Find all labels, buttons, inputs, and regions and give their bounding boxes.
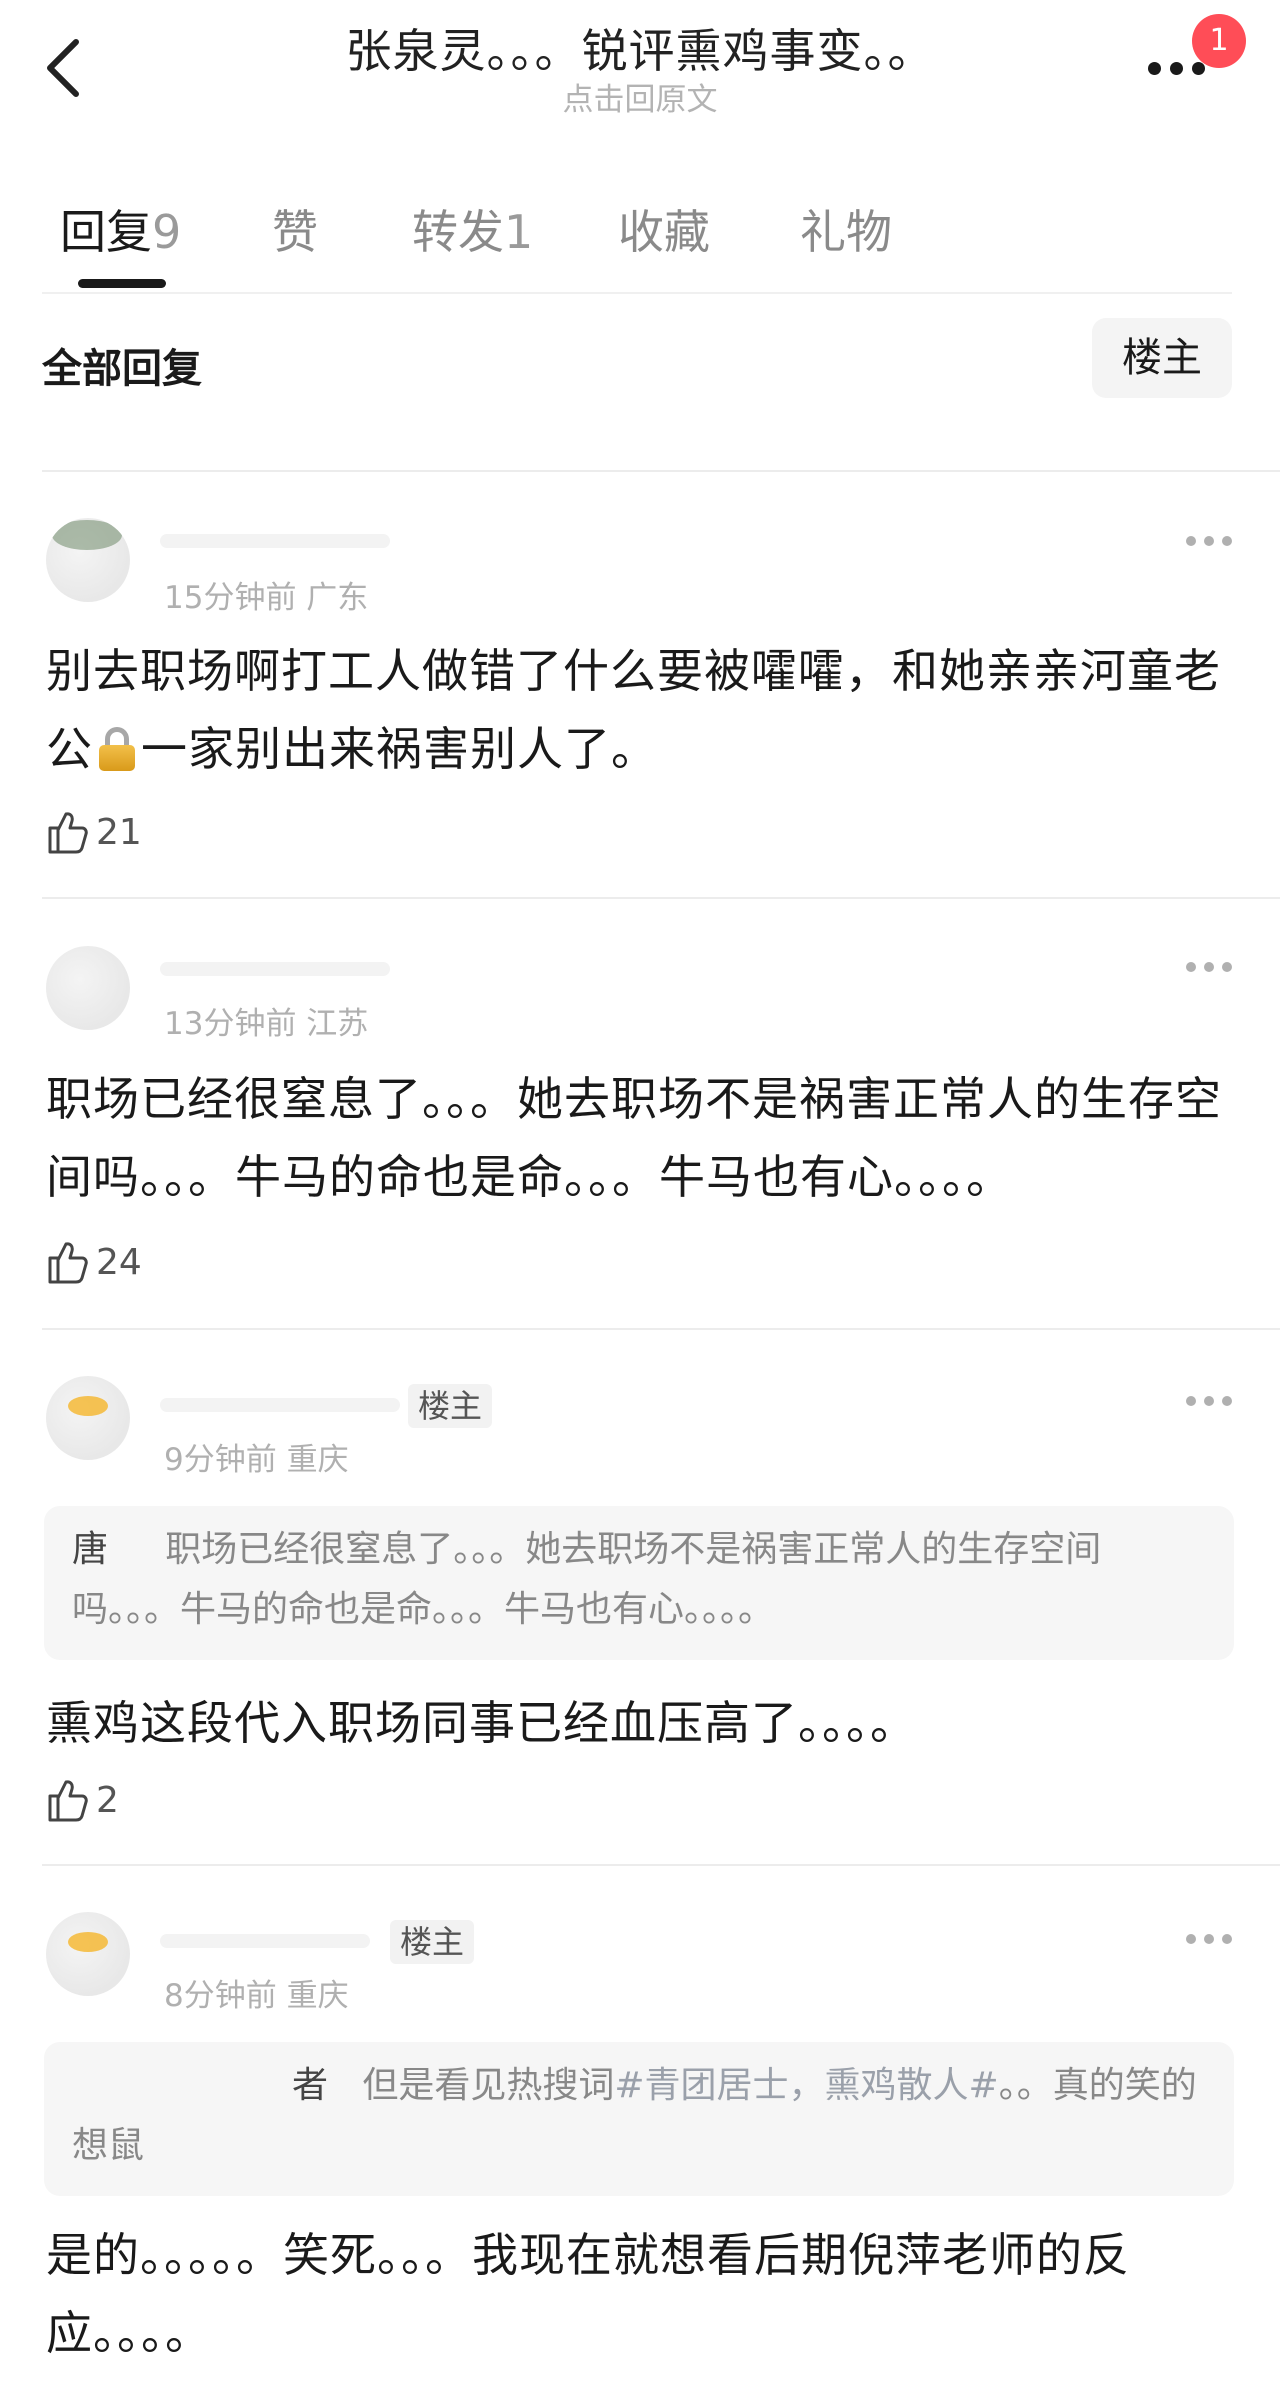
tab-bar: 回复9 赞 转发1 收藏 礼物 xyxy=(42,196,1232,296)
divider xyxy=(42,1864,1280,1866)
tab-likes[interactable]: 赞 xyxy=(272,196,318,262)
comment-meta: 8分钟前 重庆 xyxy=(164,1978,349,2014)
op-tag: 楼主 xyxy=(408,1384,493,1428)
like-button[interactable]: 21 xyxy=(46,808,206,858)
quoted-reply[interactable]: 唐 职场已经很窒息了。。。她去职场不是祸害正常人的生存空间吗。。。牛马的命也是命… xyxy=(44,1506,1234,1660)
active-tab-indicator xyxy=(78,279,166,288)
op-only-filter-button[interactable]: 楼主 xyxy=(1092,318,1232,398)
tab-replies[interactable]: 回复9 xyxy=(60,196,181,262)
back-arrow-icon[interactable] xyxy=(40,36,88,100)
avatar[interactable] xyxy=(46,1912,130,1996)
comment-text: 职场已经很窒息了。。。她去职场不是祸害正常人的生存空间吗。。。牛马的命也是命。。… xyxy=(46,1072,1222,1204)
tab-gifts-label: 礼物 xyxy=(800,205,892,259)
lock-icon xyxy=(97,727,137,771)
username[interactable] xyxy=(160,1384,400,1428)
op-tag: 楼主 xyxy=(390,1920,475,1964)
tab-reposts[interactable]: 转发1 xyxy=(412,196,533,262)
like-count: 2 xyxy=(96,1780,119,1821)
avatar[interactable] xyxy=(46,518,130,602)
username[interactable] xyxy=(160,520,390,564)
comment-text: 是的。。。。。笑死。。。我现在就想看后期倪萍老师的反应。。。。 xyxy=(46,2228,1130,2360)
tab-gifts[interactable]: 礼物 xyxy=(800,196,892,262)
divider xyxy=(42,897,1280,899)
thumbs-up-icon xyxy=(48,1780,88,1822)
reply-filter-row: 全部回复 楼主 xyxy=(42,318,1232,410)
comment-meta: 9分钟前 重庆 xyxy=(164,1442,349,1478)
tab-favorites[interactable]: 收藏 xyxy=(618,196,710,262)
tab-replies-label: 回复 xyxy=(60,205,152,259)
divider xyxy=(42,1328,1280,1330)
tab-likes-label: 赞 xyxy=(272,205,318,259)
title-area[interactable]: 张泉灵。。。锐评熏鸡事变。。 点击回原文 xyxy=(240,22,1040,120)
avatar[interactable] xyxy=(46,946,130,1030)
quoted-text: 但是看见热搜词 xyxy=(362,2065,615,2106)
back-to-original-link[interactable]: 点击回原文 xyxy=(240,80,1040,120)
all-replies-label: 全部回复 xyxy=(42,346,202,392)
comment-text: 熏鸡这段代入职场同事已经血压高了。。。。 xyxy=(46,1696,917,1750)
quoted-reply[interactable]: 者 但是看见热搜词#青团居士，熏鸡散人#。。真的笑的想鼠 xyxy=(44,2042,1234,2196)
notification-badge: 1 xyxy=(1192,14,1246,68)
quoted-username: 者 xyxy=(292,2065,329,2106)
divider xyxy=(42,470,1280,472)
tab-reposts-label: 转发 xyxy=(412,205,504,259)
comment-more-icon[interactable] xyxy=(1186,532,1232,552)
username[interactable] xyxy=(160,948,390,992)
thumbs-up-icon xyxy=(48,1242,88,1284)
like-button[interactable]: 24 xyxy=(46,1238,206,1288)
like-button[interactable]: 2 xyxy=(46,1776,206,1826)
like-count: 24 xyxy=(96,1242,142,1283)
quoted-username: 唐 xyxy=(72,1529,109,1570)
tab-favorites-label: 收藏 xyxy=(618,205,710,259)
quoted-hashtag[interactable]: #青团居士，熏鸡散人# xyxy=(614,2065,998,2106)
comment-text: 别去职场啊打工人做错了什么要被嚯嚯，和她亲亲河童老公 一家别出来祸害别人了。 xyxy=(46,632,1240,788)
comment-meta: 15分钟前 广东 xyxy=(164,580,369,616)
tab-reposts-count: 1 xyxy=(504,205,534,259)
top-bar: 张泉灵。。。锐评熏鸡事变。。 点击回原文 1 xyxy=(0,0,1280,150)
like-count: 21 xyxy=(96,812,142,853)
quoted-text: 职场已经很窒息了。。。她去职场不是祸害正常人的生存空间吗。。。牛马的命也是命。。… xyxy=(72,1529,1102,1630)
comment-more-icon[interactable] xyxy=(1186,1392,1232,1412)
avatar[interactable] xyxy=(46,1376,130,1460)
username[interactable] xyxy=(160,1920,370,1964)
post-title: 张泉灵。。。锐评熏鸡事变。。 xyxy=(345,24,935,78)
thumbs-up-icon xyxy=(48,812,88,854)
comment-more-icon[interactable] xyxy=(1186,1930,1232,1950)
tabs-divider xyxy=(42,292,1232,294)
comment-meta: 13分钟前 江苏 xyxy=(164,1006,369,1042)
comment-more-icon[interactable] xyxy=(1186,958,1232,978)
tab-replies-count: 9 xyxy=(152,205,182,259)
comment-text-part: 一家别出来祸害别人了。 xyxy=(141,722,658,776)
